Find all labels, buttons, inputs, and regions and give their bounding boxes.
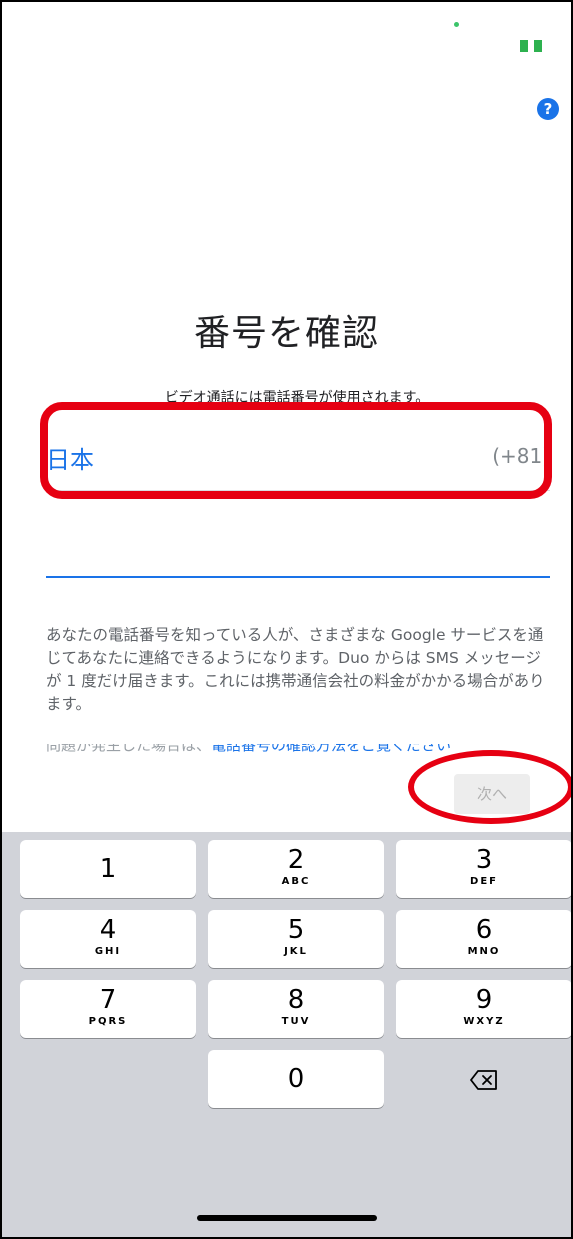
key-1[interactable]: 1 (20, 840, 196, 898)
key-5[interactable]: 5 JKL (208, 910, 384, 968)
key-2[interactable]: 2 ABC (208, 840, 384, 898)
key-8[interactable]: 8 TUV (208, 980, 384, 1038)
help-link-prefix: 問題が発生した場合は、 (46, 744, 212, 754)
phone-number-input[interactable] (46, 532, 550, 578)
key-7[interactable]: 7 PQRS (20, 980, 196, 1038)
highlight-next-ellipse (408, 750, 571, 824)
home-indicator[interactable] (197, 1215, 377, 1221)
page-title: 番号を確認 (193, 313, 379, 354)
camera-flip-icon[interactable] (520, 40, 544, 52)
key-4[interactable]: 4 GHI (20, 910, 196, 968)
key-9[interactable]: 9 WXYZ (396, 980, 571, 1038)
highlight-country-box (40, 402, 552, 499)
help-icon[interactable]: ? (537, 98, 559, 120)
key-6[interactable]: 6 MNO (396, 910, 571, 968)
key-0[interactable]: 0 (208, 1050, 384, 1108)
indicator-dot (454, 22, 459, 27)
backspace-key[interactable] (396, 1050, 571, 1108)
key-3[interactable]: 3 DEF (396, 840, 571, 898)
verify-method-link[interactable]: 電話番号の確認方法をご覧ください (211, 744, 451, 754)
app-screen: ? 番号を確認 ビデオ通話には電話番号が使用されます。 日本 (+81) あなた… (0, 0, 573, 1239)
numeric-keypad: 1 2 ABC 3 DEF 4 GHI 5 JKL 6 MNO 7 PQRS 8… (2, 832, 571, 1237)
backspace-icon (470, 1070, 497, 1090)
disclaimer-text: あなたの電話番号を知っている人が、さまざまな Google サービスを通じてあな… (46, 626, 545, 713)
